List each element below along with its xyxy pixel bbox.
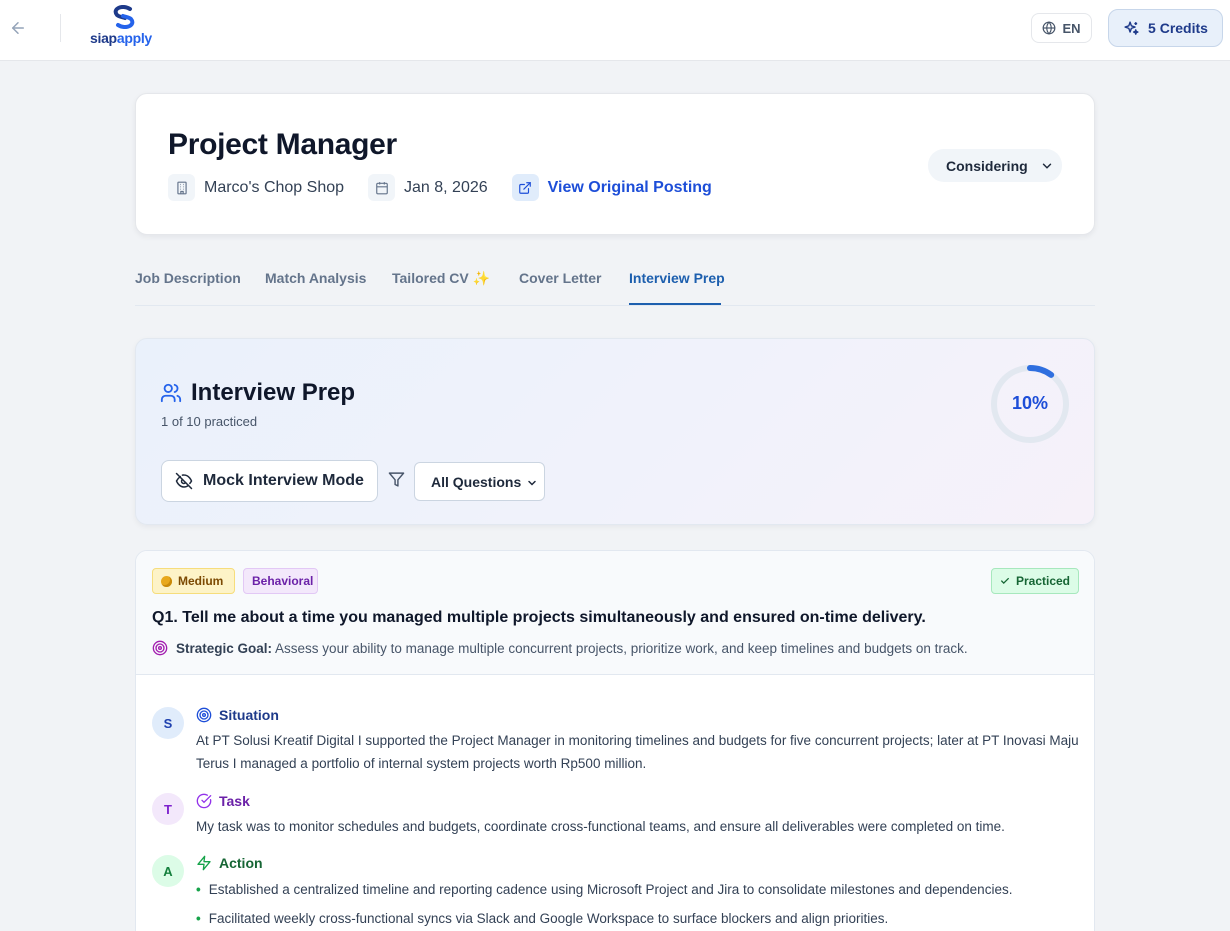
arrow-left-icon: [12, 22, 24, 34]
tab-tailored-cv[interactable]: Tailored CV ✨: [392, 270, 490, 287]
filter-icon: [388, 472, 405, 487]
building-icon: [168, 174, 195, 201]
category-label: Behavioral: [252, 574, 314, 588]
action-item: • Established a centralized timeline and …: [196, 879, 1086, 901]
credits-label: 5 Credits: [1148, 20, 1208, 36]
credits-button[interactable]: 5 Credits: [1108, 9, 1223, 47]
job-title: Project Manager: [168, 128, 397, 161]
active-tab-indicator: [629, 303, 721, 305]
job-header-card: Project Manager Marco's Chop Shop Jan 8,…: [135, 93, 1095, 235]
language-label: EN: [1062, 20, 1081, 36]
interview-prep-card: Interview Prep 1 of 10 practiced Mock In…: [135, 338, 1095, 525]
chevron-down-icon: [1042, 163, 1052, 169]
practiced-label: Practiced: [1015, 574, 1070, 588]
date-meta: Jan 8, 2026: [368, 174, 488, 201]
job-meta-row: Marco's Chop Shop Jan 8, 2026 View Origi…: [168, 174, 736, 201]
back-button[interactable]: [6, 16, 30, 40]
situation-label: Situation: [219, 707, 279, 723]
tab-match-analysis[interactable]: Match Analysis: [265, 270, 366, 286]
posting-meta[interactable]: View Original Posting: [511, 174, 712, 201]
action-label-row: Action: [196, 855, 263, 871]
sparkles-icon: [1124, 20, 1139, 35]
goal-label: Strategic Goal:: [176, 640, 273, 656]
globe-icon: [1043, 21, 1056, 35]
practiced-badge[interactable]: Practiced: [991, 568, 1079, 594]
goal-text-wrapper: Strategic Goal: Assess your ability to m…: [176, 641, 968, 656]
language-button[interactable]: EN: [1031, 13, 1092, 43]
prep-title: Interview Prep: [191, 379, 356, 406]
company-meta: Marco's Chop Shop: [168, 174, 344, 201]
practiced-count: 1 of 10 practiced: [161, 414, 258, 429]
logo-mark-icon: [113, 5, 135, 29]
goal-text: Assess your ability to manage multiple c…: [275, 640, 968, 656]
task-label: Task: [219, 793, 250, 809]
chevron-down-icon: [528, 480, 536, 486]
task-label-row: Task: [196, 793, 250, 809]
external-link-icon: [511, 174, 539, 201]
top-bar: siapapply EN 5 Credits: [0, 0, 1230, 61]
bullet-dot-icon: •: [196, 911, 201, 926]
eye-off-icon: [175, 472, 193, 490]
job-date: Jan 8, 2026: [404, 178, 488, 196]
users-icon: [160, 383, 182, 403]
mock-interview-button[interactable]: Mock Interview Mode: [161, 460, 378, 502]
strategic-goal: Strategic Goal: Assess your ability to m…: [152, 640, 968, 656]
view-posting-link[interactable]: View Original Posting: [548, 179, 712, 197]
question-card[interactable]: Medium Behavioral Practiced Q1. Tell me …: [135, 550, 1095, 931]
action-label: Action: [219, 855, 263, 871]
logo-wordmark: siapapply: [90, 30, 152, 46]
status-value: Considering: [946, 157, 1028, 174]
topbar-divider: [60, 14, 61, 42]
task-text: My task was to monitor schedules and bud…: [196, 819, 1005, 834]
mock-interview-label: Mock Interview Mode: [203, 472, 364, 489]
task-letter: T: [152, 793, 184, 825]
prep-title-row: Interview Prep: [160, 379, 355, 407]
target-icon: [196, 707, 212, 723]
tab-cover-letter[interactable]: Cover Letter: [519, 270, 601, 286]
situation-letter: S: [152, 707, 184, 739]
company-name: Marco's Chop Shop: [204, 178, 345, 196]
action-item: • Facilitated weekly cross-functional syn…: [196, 908, 1086, 930]
status-select[interactable]: Considering: [928, 149, 1062, 182]
action-item-text: Established a centralized timeline and r…: [208, 882, 1013, 897]
logo[interactable]: siapapply: [90, 5, 158, 49]
logo-text-siap: siap: [90, 30, 117, 46]
target-icon: [152, 640, 168, 656]
bullet-dot-icon: •: [196, 882, 201, 897]
action-item-text: Facilitated weekly cross-functional sync…: [208, 911, 889, 926]
check-circle-icon: [196, 793, 212, 809]
progress-percent: 10%: [1011, 393, 1049, 413]
action-letter: A: [152, 855, 184, 887]
tab-bar: Job Description Match Analysis Tailored …: [135, 262, 1095, 306]
medium-dot-icon: [161, 575, 172, 587]
lightning-icon: [197, 855, 211, 871]
situation-label-row: Situation: [196, 707, 279, 723]
tab-interview-prep[interactable]: Interview Prep: [629, 270, 725, 286]
category-badge: Behavioral: [243, 568, 318, 594]
question-filter-value: All Questions: [431, 473, 522, 490]
action-list: • Established a centralized timeline and …: [196, 879, 1086, 931]
question-header: Medium Behavioral Practiced Q1. Tell me …: [136, 551, 1094, 675]
question-filter-select[interactable]: All Questions: [414, 462, 545, 501]
difficulty-label: Medium: [178, 574, 224, 588]
check-icon: [1001, 577, 1009, 584]
tab-job-description[interactable]: Job Description: [135, 270, 241, 286]
calendar-icon: [368, 174, 396, 201]
difficulty-badge: Medium: [152, 568, 235, 594]
question-text: Q1. Tell me about a time you managed mul…: [152, 609, 926, 626]
logo-text-apply: apply: [116, 30, 152, 46]
situation-text: At PT Solusi Kreatif Digital I supported…: [196, 733, 1079, 771]
